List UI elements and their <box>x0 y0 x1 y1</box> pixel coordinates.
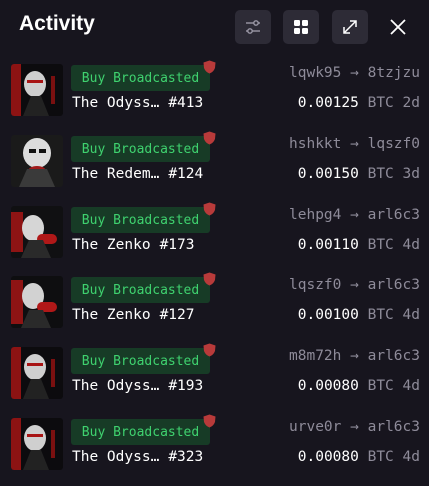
shield-icon <box>203 131 216 145</box>
close-icon <box>390 19 406 35</box>
nft-thumbnail[interactable] <box>11 276 63 328</box>
filter-sliders-icon <box>246 20 260 34</box>
item-name[interactable]: The Zenko #127 <box>72 307 195 323</box>
status-badge: Buy Broadcasted <box>71 136 210 162</box>
price-info: 0.00080 BTC 4d <box>297 378 420 394</box>
shield-icon <box>203 272 216 286</box>
grid-view-icon <box>294 20 308 34</box>
item-name[interactable]: The Odyss… #193 <box>72 378 203 394</box>
status-badge: Buy Broadcasted <box>71 277 210 303</box>
grid-view-button[interactable] <box>283 10 319 44</box>
price-info: 0.00125 BTC 2d <box>297 95 420 111</box>
activity-row[interactable]: Buy Broadcasted The Odyss… #323 urve0r → … <box>0 414 429 486</box>
shield-icon <box>203 60 216 74</box>
item-name[interactable]: The Odyss… #413 <box>72 95 203 111</box>
price-info: 0.00100 BTC 4d <box>297 307 420 323</box>
activity-row[interactable]: Buy Broadcasted The Zenko #173 lehpg4 → a… <box>0 202 429 274</box>
activity-header: Activity <box>0 0 429 55</box>
address-transfer[interactable]: hshkkt → lqszf0 <box>289 136 420 152</box>
nft-thumbnail[interactable] <box>11 206 63 258</box>
page-title: Activity <box>19 12 95 35</box>
price-info: 0.00080 BTC 4d <box>297 449 420 465</box>
item-name[interactable]: The Redem… #124 <box>72 166 203 182</box>
nft-thumbnail[interactable] <box>11 347 63 399</box>
expand-icon <box>343 20 357 34</box>
close-button[interactable] <box>380 10 416 44</box>
filter-button[interactable] <box>235 10 271 44</box>
activity-row[interactable]: Buy Broadcasted The Odyss… #413 lqwk95 → … <box>0 60 429 132</box>
address-transfer[interactable]: lehpg4 → arl6c3 <box>289 207 420 223</box>
shield-icon <box>203 343 216 357</box>
nft-thumbnail[interactable] <box>11 64 63 116</box>
activity-row[interactable]: Buy Broadcasted The Redem… #124 hshkkt → … <box>0 131 429 203</box>
activity-row[interactable]: Buy Broadcasted The Zenko #127 lqszf0 → a… <box>0 272 429 344</box>
price-info: 0.00110 BTC 4d <box>297 237 420 253</box>
item-name[interactable]: The Zenko #173 <box>72 237 195 253</box>
price-info: 0.00150 BTC 3d <box>297 166 420 182</box>
address-transfer[interactable]: urve0r → arl6c3 <box>289 419 420 435</box>
status-badge: Buy Broadcasted <box>71 348 210 374</box>
shield-icon <box>203 414 216 428</box>
nft-thumbnail[interactable] <box>11 418 63 470</box>
expand-button[interactable] <box>332 10 368 44</box>
item-name[interactable]: The Odyss… #323 <box>72 449 203 465</box>
status-badge: Buy Broadcasted <box>71 419 210 445</box>
status-badge: Buy Broadcasted <box>71 65 210 91</box>
address-transfer[interactable]: lqszf0 → arl6c3 <box>289 277 420 293</box>
activity-row[interactable]: Buy Broadcasted The Odyss… #193 m8m72h → … <box>0 343 429 415</box>
status-badge: Buy Broadcasted <box>71 207 210 233</box>
address-transfer[interactable]: m8m72h → arl6c3 <box>289 348 420 364</box>
shield-icon <box>203 202 216 216</box>
address-transfer[interactable]: lqwk95 → 8tzjzu <box>289 65 420 81</box>
nft-thumbnail[interactable] <box>11 135 63 187</box>
